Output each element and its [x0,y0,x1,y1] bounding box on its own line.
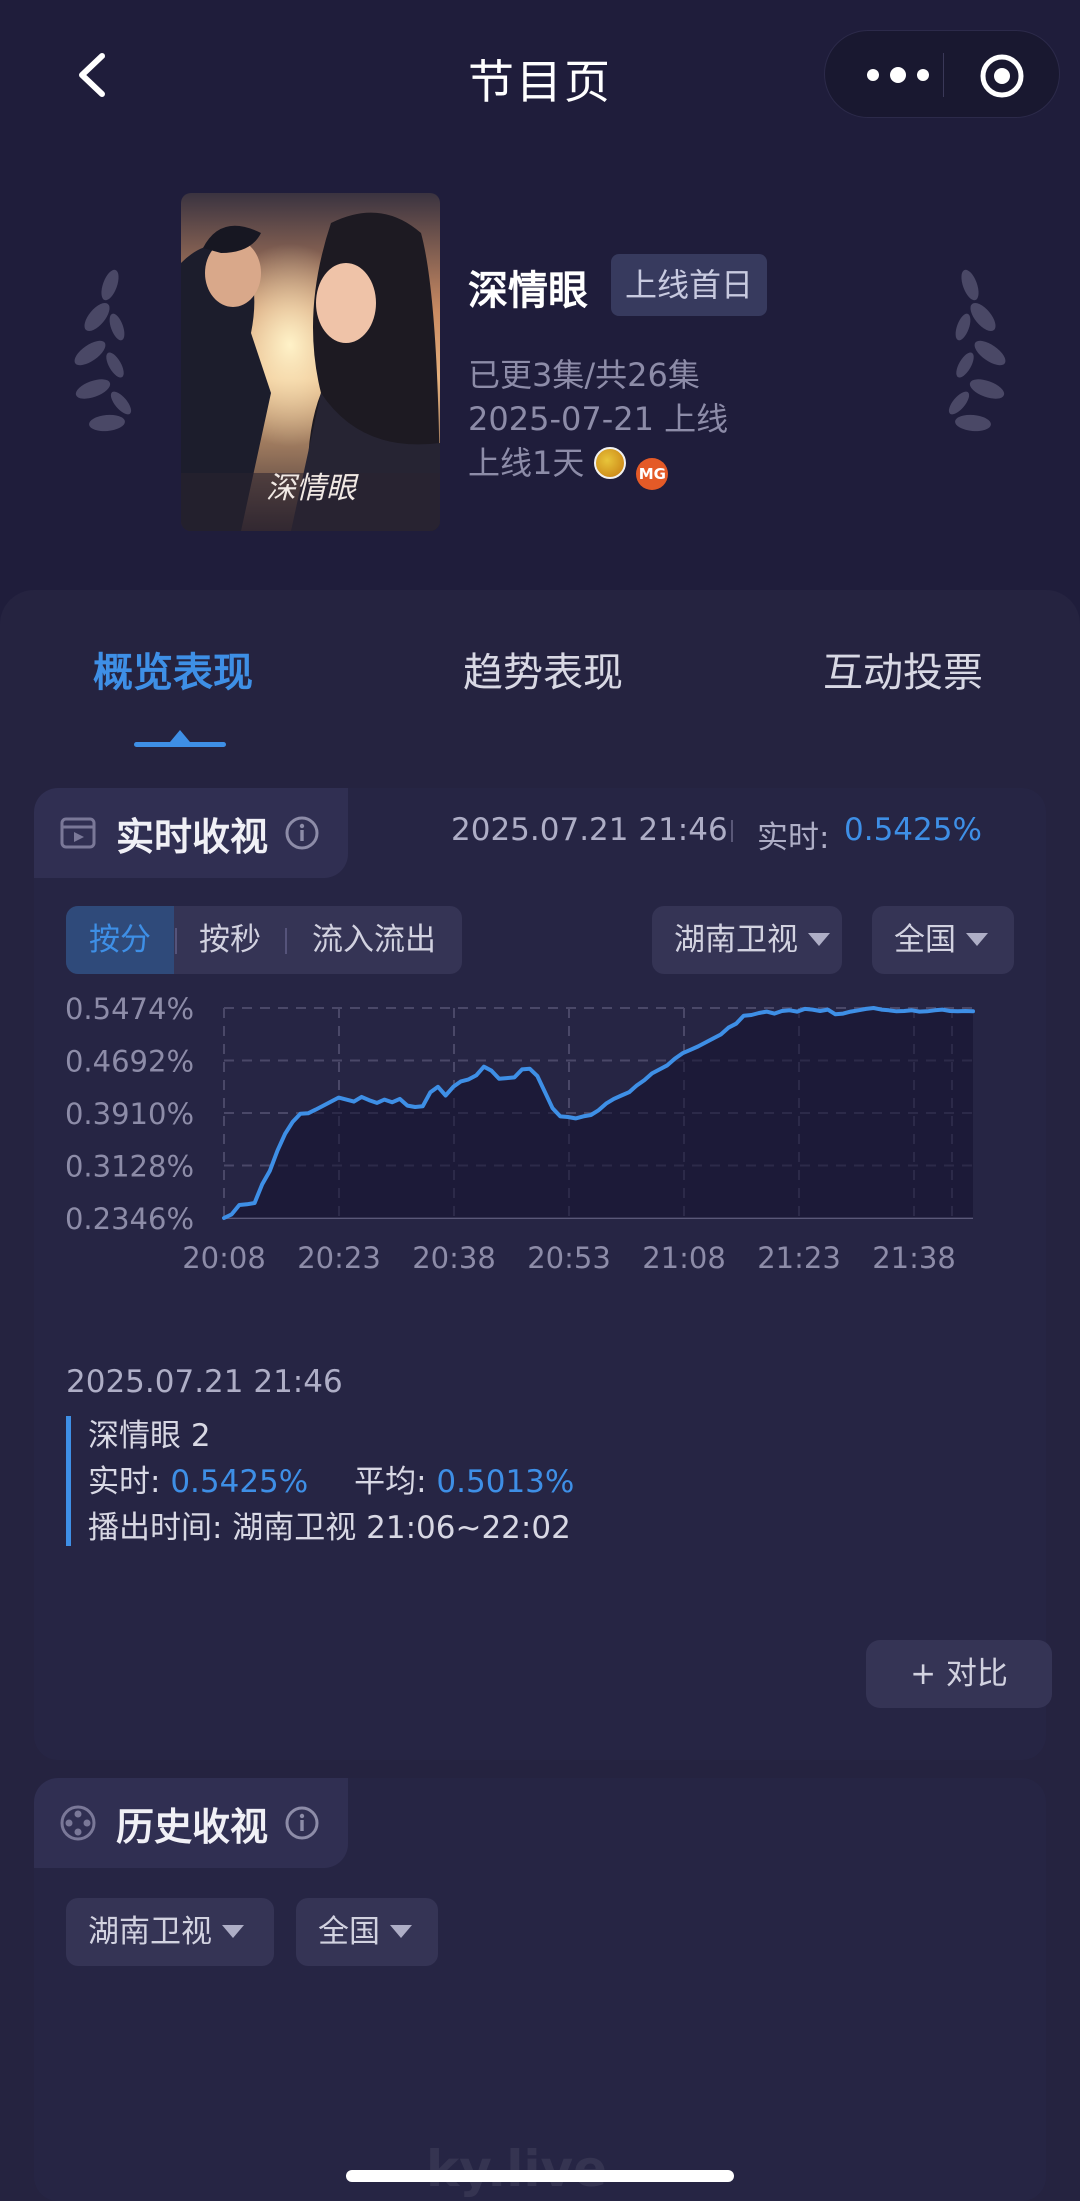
status-badge: 上线首日 [611,254,768,316]
realtime-title: 实时收视 [116,814,269,859]
history-header: 历史收视 [34,1778,349,1868]
mgtv-icon[interactable]: MG [636,458,669,490]
film-reel-icon [60,1805,96,1841]
tab-overview[interactable]: 概览表现 [93,640,253,698]
y-tick-label: 0.5474% [65,992,194,1026]
realtime-line-chart[interactable]: 0.5474% 0.4692% 0.3910% 0.3128% 0.2346% 20:08… [34,988,1046,1298]
detail-timestamp: 2025.07.21 21:46 [66,1364,343,1400]
detail-realtime-value: 0.5425% [170,1464,309,1500]
segment-by-second[interactable]: 按秒 [176,906,284,974]
poster-title: 深情眼 [266,471,359,506]
divider [731,820,733,842]
x-tick-label: 21:38 [872,1241,956,1275]
compare-button[interactable]: + 对比 [866,1640,1052,1708]
top-nav-bar: 节目页 [0,0,1080,150]
segment-by-minute[interactable]: 按分 [66,906,174,974]
x-tick-label: 20:23 [297,1241,381,1275]
channel-value: 湖南卫视 [674,922,798,958]
mini-program-capsule [824,30,1060,118]
series-area [224,1008,973,1218]
info-icon[interactable] [284,1805,320,1841]
y-tick-label: 0.4692% [65,1045,194,1079]
realtime-label: 实时: [757,820,830,856]
info-icon[interactable] [284,815,320,851]
history-region-dropdown[interactable]: 全国 [296,1898,438,1966]
x-tick-label: 20:08 [182,1241,266,1275]
detail-program-name: 深情眼 2 [88,1418,211,1454]
show-poster[interactable]: 深情眼 [181,193,440,531]
x-tick-label: 20:38 [412,1241,496,1275]
x-tick-label: 21:08 [642,1241,726,1275]
more-icon[interactable] [863,61,933,89]
segment-inflow-outflow[interactable]: 流入流出 [286,906,462,974]
chevron-down-icon [222,1925,244,1938]
realtime-value: 0.5425% [844,812,982,848]
realtime-header: 实时收视 [34,788,349,878]
laurel-right-icon [948,269,1006,432]
mango-tv-icon[interactable] [594,447,627,479]
tv-icon [60,817,96,849]
tab-caret-icon [170,730,190,742]
laurel-left-icon [74,269,132,432]
tab-indicator [134,742,226,747]
history-channel-dropdown[interactable]: 湖南卫视 [66,1898,274,1966]
close-target-icon[interactable] [979,53,1025,99]
home-indicator [346,2170,734,2182]
detail-ratings-row: 实时: 0.5425% 平均: 0.5013% [88,1456,574,1501]
realtime-timestamp: 2025.07.21 21:46 [451,812,728,848]
detail-avg-value: 0.5013% [436,1464,575,1500]
region-value: 全国 [894,922,956,958]
realtime-card: 实时收视 2025.07.21 21:46 实时: 0.5425% 按分 按秒 … [34,788,1046,1760]
detail-realtime-label: 实时: [88,1464,161,1500]
x-tick-label: 21:23 [757,1241,841,1275]
show-title: 深情眼 [468,268,588,314]
tab-vote[interactable]: 互动投票 [823,640,983,698]
y-tick-label: 0.2346% [65,1202,194,1236]
days-online-row: 上线1天 MG [468,438,669,490]
detail-accent-bar [66,1416,71,1546]
detail-avg-label: 平均: [354,1464,427,1500]
watermark: ky.live [426,2140,608,2198]
history-channel-value: 湖南卫视 [88,1914,212,1950]
history-card: 历史收视 湖南卫视 全国 [34,1778,1046,2201]
x-tick-label: 20:53 [527,1241,611,1275]
y-tick-label: 0.3128% [65,1150,194,1184]
episodes-info: 已更3集/共26集 [468,356,700,394]
chevron-down-icon [808,933,830,946]
tab-trend[interactable]: 趋势表现 [463,640,623,698]
channel-dropdown[interactable]: 湖南卫视 [652,906,842,974]
y-tick-label: 0.3910% [65,1097,194,1131]
chevron-down-icon [390,1925,412,1938]
capsule-divider [943,53,944,97]
history-region-value: 全国 [318,1914,380,1950]
granularity-segmented-control: 按分 按秒 流入流出 [66,906,462,974]
chevron-down-icon [966,933,988,946]
history-title: 历史收视 [116,1804,269,1849]
detail-broadcast-time: 播出时间: 湖南卫视 21:06~22:02 [88,1510,571,1546]
days-online: 上线1天 [468,444,585,482]
release-date: 2025-07-21 上线 [468,400,729,438]
tab-bar: 概览表现 趋势表现 互动投票 [0,590,1080,747]
region-dropdown[interactable]: 全国 [872,906,1014,974]
